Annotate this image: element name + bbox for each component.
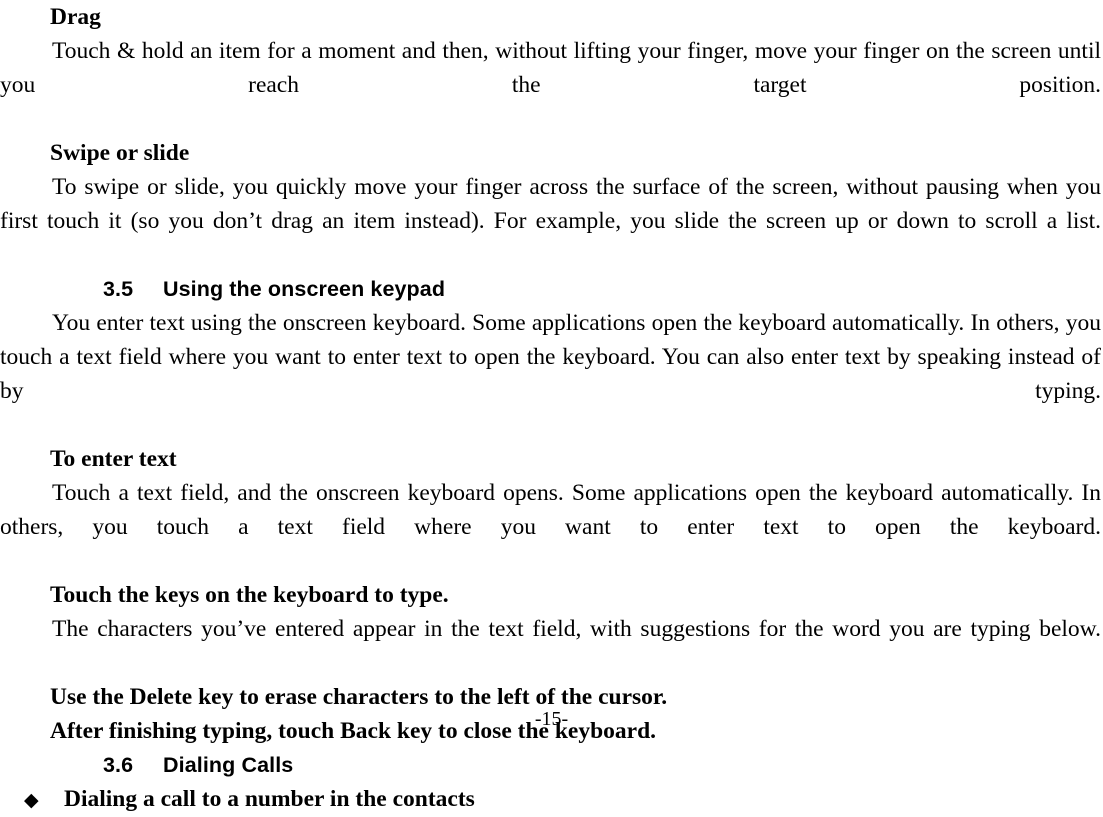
diamond-bullet-icon: ◆ — [24, 789, 39, 811]
subheading-drag: Drag — [50, 4, 101, 30]
document-page: Drag Touch & hold an item for a moment a… — [0, 0, 1103, 812]
list-item-label: Dialing a call to a number in the contac… — [64, 786, 475, 812]
section-number-3-5: 3.5 — [103, 277, 134, 301]
page-number: -15- — [534, 708, 569, 730]
subheading-touch-the-keys: Touch the keys on the keyboard to type. — [50, 582, 449, 608]
section-number-3-6: 3.6 — [103, 753, 134, 777]
list-item: ◆ Dialing a call to a number in the cont… — [0, 782, 1103, 817]
paragraph-keypad-intro: You enter text using the onscreen keyboa… — [0, 310, 1101, 404]
paragraph-touch-keys-body: The characters you’ve entered appear in … — [52, 616, 1101, 642]
paragraph-swipe-body: To swipe or slide, you quickly move your… — [0, 174, 1101, 234]
subheading-to-enter-text: To enter text — [50, 446, 177, 472]
section-title-3-6: Dialing Calls — [163, 753, 294, 777]
section-heading-3-5: 3.5 Using the onscreen keypad — [0, 272, 1103, 306]
paragraph-enter-text-body: Touch a text field, and the onscreen key… — [0, 480, 1101, 540]
section-heading-3-6: 3.6 Dialing Calls — [0, 748, 1103, 782]
subheading-swipe-or-slide: Swipe or slide — [50, 140, 190, 166]
paragraph-drag-body: Touch & hold an item for a moment and th… — [0, 38, 1101, 98]
section-title-3-5: Using the onscreen keypad — [163, 277, 446, 301]
